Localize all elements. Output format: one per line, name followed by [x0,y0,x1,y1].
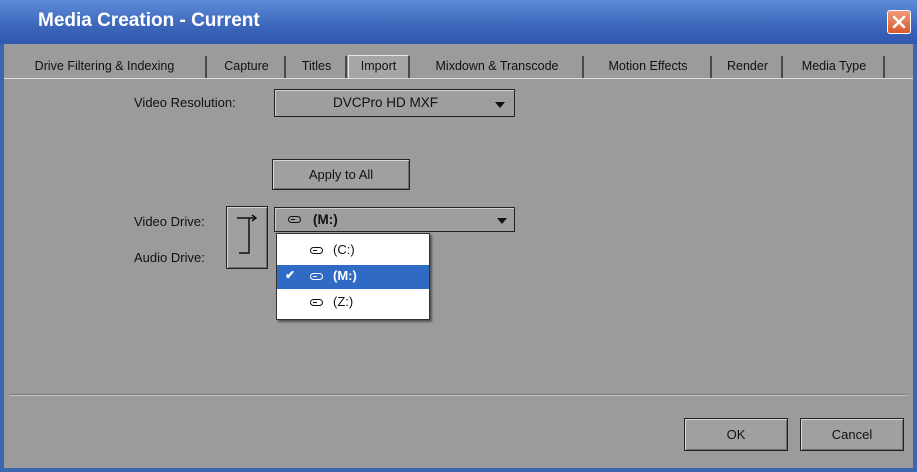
checkmark-icon: ✔ [285,268,296,282]
drive-icon [310,299,323,306]
tab-titles[interactable]: Titles [288,56,347,78]
video-resolution-value: DVCPro HD MXF [333,95,439,110]
audio-drive-label: Audio Drive: [134,250,205,265]
link-drives-button[interactable] [226,206,268,269]
chevron-down-icon [495,102,505,108]
media-creation-dialog: Media Creation - Current Drive Filtering… [0,0,917,472]
drive-option-c[interactable]: (C:) [277,239,429,263]
video-resolution-label: Video Resolution: [134,95,236,110]
window-title: Media Creation - Current [38,10,260,31]
drive-option-m[interactable]: ✔ (M:) [277,265,429,289]
video-drive-select[interactable]: (M:) [274,207,515,232]
close-icon [892,15,906,29]
drive-icon [310,273,323,280]
cancel-button[interactable]: Cancel [800,418,904,451]
tab-import[interactable]: Import [348,55,410,78]
tab-render[interactable]: Render [714,56,783,78]
tab-media-type[interactable]: Media Type [785,56,885,78]
tab-drive-filtering-indexing[interactable]: Drive Filtering & Indexing [4,56,207,78]
drive-option-z[interactable]: (Z:) [277,291,429,315]
video-resolution-select[interactable]: DVCPro HD MXF [274,89,515,117]
video-drive-label: Video Drive: [134,214,205,229]
chevron-down-icon [497,218,507,224]
apply-to-all-button[interactable]: Apply to All [272,159,410,190]
tab-motion-effects[interactable]: Motion Effects [586,56,712,78]
tab-capture[interactable]: Capture [209,56,286,78]
tab-mixdown-transcode[interactable]: Mixdown & Transcode [412,56,584,78]
title-bar[interactable]: Media Creation - Current [0,0,917,44]
close-button[interactable] [887,10,911,34]
tab-bar: Drive Filtering & Indexing Capture Title… [4,55,913,79]
video-drive-value: (M:) [313,212,338,227]
ok-button[interactable]: OK [684,418,788,451]
drive-dropdown-menu: (C:) ✔ (M:) (Z:) [276,233,430,320]
link-bracket-icon [237,214,258,254]
footer-separator [10,394,907,396]
drive-icon [288,216,301,223]
drive-icon [310,247,323,254]
